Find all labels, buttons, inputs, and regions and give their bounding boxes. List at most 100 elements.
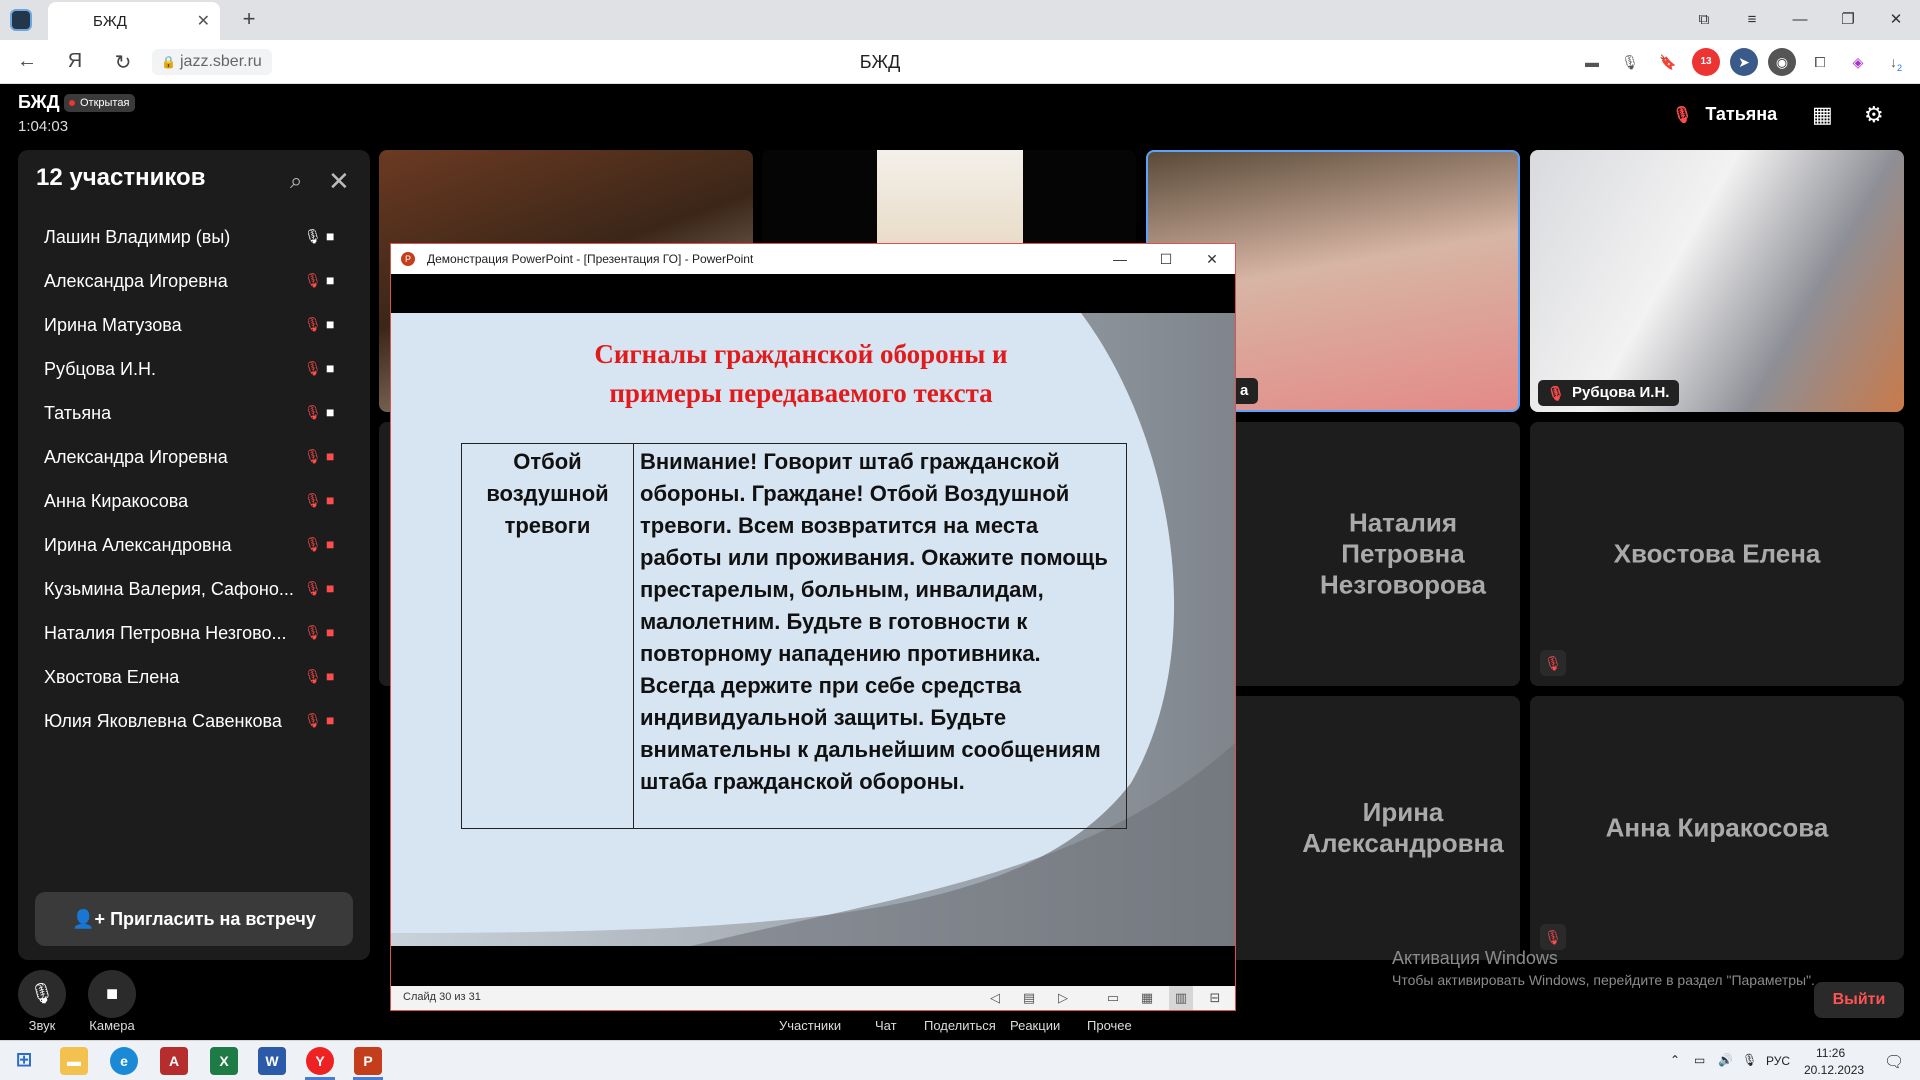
participant-row[interactable]: Ирина Матузова 🎙 ■	[18, 304, 370, 348]
slideshow-icon[interactable]: ⊟	[1203, 986, 1227, 1010]
cursor-extension-icon[interactable]: ➤	[1730, 48, 1758, 76]
video-tile-rubtsova[interactable]: 🎙 Рубцова И.Н.	[1530, 150, 1904, 412]
participant-row[interactable]: Лашин Владимир (вы) 🎙 ■	[18, 216, 370, 260]
file-explorer-icon[interactable]: ▬	[60, 1047, 88, 1075]
more-tab[interactable]: Прочее	[1087, 1018, 1132, 1033]
downloads-icon[interactable]: ↓2	[1882, 48, 1910, 76]
slide-canvas[interactable]: Сигналы гражданской обороны и примеры пе…	[391, 313, 1235, 946]
mic-off-icon[interactable]: 🎙	[304, 668, 322, 685]
normal-view-icon[interactable]: ▭	[1101, 986, 1125, 1010]
powerpoint-taskbar-icon[interactable]: P	[354, 1047, 382, 1075]
minimize-icon[interactable]: —	[1097, 244, 1143, 274]
camera-on-icon[interactable]: ■	[326, 404, 334, 420]
browser-app-icon[interactable]	[10, 9, 32, 31]
participant-row[interactable]: Юлия Яковлевна Савенкова 🎙 ■	[18, 700, 370, 744]
tile-anna[interactable]: Анна Киракосова 🎙	[1530, 696, 1904, 960]
slide-sorter-icon[interactable]: ▦	[1135, 986, 1159, 1010]
mic-off-icon[interactable]: 🎙	[304, 580, 322, 597]
camera-off-icon[interactable]: ■	[326, 580, 334, 596]
restore-icon[interactable]: ❐	[1824, 0, 1872, 40]
camera-off-icon[interactable]: ■	[326, 712, 334, 728]
mic-off-icon[interactable]: 🎙	[304, 492, 322, 509]
excel-icon[interactable]: X	[210, 1047, 238, 1075]
yandex-browser-icon[interactable]: Y	[306, 1047, 334, 1075]
access-icon[interactable]: A	[160, 1047, 188, 1075]
language-indicator[interactable]: РУС	[1766, 1054, 1790, 1068]
camera-button[interactable]: ■	[88, 970, 136, 1018]
camera-on-icon[interactable]: ■	[326, 272, 334, 288]
camera-off-icon[interactable]: ■	[326, 536, 334, 552]
microphone-button[interactable]: 🎙	[18, 970, 66, 1018]
camera-permission-icon[interactable]: ▬	[1578, 48, 1606, 76]
mic-off-icon[interactable]: 🎙	[304, 272, 322, 289]
slide-menu-icon[interactable]: ▤	[1017, 986, 1041, 1010]
network-icon[interactable]: ▭	[1694, 1053, 1705, 1067]
mic-off-icon[interactable]: 🎙	[304, 448, 322, 465]
mic-off-icon[interactable]: 🎙	[304, 536, 322, 553]
edge-icon[interactable]: e	[110, 1047, 138, 1075]
bookmark-icon[interactable]: 🔖	[1654, 48, 1682, 76]
notification-center-icon[interactable]: 🗨	[1884, 1052, 1904, 1072]
powerpoint-titlebar[interactable]: P Демонстрация PowerPoint - [Презентация…	[391, 244, 1235, 274]
start-icon[interactable]: ⊞	[10, 1047, 38, 1075]
invite-button[interactable]: 👤+ Пригласить на встречу	[35, 892, 353, 946]
close-window-icon[interactable]: ✕	[1872, 0, 1920, 40]
slide-table: Отбой воздушной тревоги Внимание! Говори…	[461, 443, 1127, 829]
camera-off-icon[interactable]: ■	[326, 448, 334, 464]
menu-icon[interactable]: ≡	[1728, 0, 1776, 40]
close-icon[interactable]: ✕	[1189, 244, 1235, 274]
mic-permission-icon[interactable]: 🎙	[1616, 48, 1644, 76]
notifications-icon[interactable]: 13	[1692, 48, 1720, 76]
new-tab-icon[interactable]: +	[236, 6, 262, 32]
maximize-icon[interactable]: ☐	[1143, 244, 1189, 274]
participant-row[interactable]: Александра Игоревна 🎙 ■	[18, 260, 370, 304]
participant-row[interactable]: Хвостова Елена 🎙 ■	[18, 656, 370, 700]
camera-off-icon[interactable]: ■	[326, 624, 334, 640]
tray-overflow-icon[interactable]: ⌃	[1670, 1053, 1680, 1067]
camera-off-icon[interactable]: ■	[326, 492, 334, 508]
mic-off-icon[interactable]: 🎙	[304, 404, 322, 421]
mic-on-icon[interactable]: 🎙	[304, 228, 322, 245]
camera-off-icon[interactable]: ■	[326, 668, 334, 684]
clock-date[interactable]: 20.12.2023	[1804, 1063, 1864, 1077]
volume-icon[interactable]: 🔊	[1718, 1053, 1733, 1067]
word-icon[interactable]: W	[258, 1047, 286, 1075]
next-slide-icon[interactable]: ▷	[1051, 986, 1075, 1010]
vpn-extension-icon[interactable]: ◉	[1768, 48, 1796, 76]
mic-off-icon[interactable]: 🎙	[304, 360, 322, 377]
grid-layout-icon[interactable]: ▦	[1812, 102, 1833, 128]
minimize-icon[interactable]: —	[1776, 0, 1824, 40]
search-icon[interactable]: ⌕	[290, 168, 302, 194]
reading-view-icon[interactable]: ▥	[1169, 986, 1193, 1010]
participant-row[interactable]: Татьяна 🎙 ■	[18, 392, 370, 436]
tab-close-icon[interactable]: ✕	[197, 11, 210, 31]
leave-button[interactable]: Выйти	[1814, 982, 1904, 1018]
powerpoint-window[interactable]: P Демонстрация PowerPoint - [Презентация…	[390, 243, 1236, 1011]
mic-off-icon[interactable]: 🎙	[304, 712, 322, 729]
participant-row[interactable]: Анна Киракосова 🎙 ■	[18, 480, 370, 524]
camera-on-icon[interactable]: ■	[326, 316, 334, 332]
participant-row[interactable]: Наталия Петровна Незгово... 🎙 ■	[18, 612, 370, 656]
participant-row[interactable]: Рубцова И.Н. 🎙 ■	[18, 348, 370, 392]
previous-slide-icon[interactable]: ◁	[983, 986, 1007, 1010]
camera-on-icon[interactable]: ■	[326, 360, 334, 376]
clock-time[interactable]: 11:26	[1816, 1046, 1845, 1060]
mic-tray-icon[interactable]: 🎙	[1742, 1053, 1757, 1067]
chat-tab[interactable]: Чат	[875, 1018, 897, 1033]
close-panel-icon[interactable]: ✕	[328, 166, 350, 197]
share-tab[interactable]: Поделиться	[924, 1018, 996, 1033]
participant-row[interactable]: Александра Игоревна 🎙 ■	[18, 436, 370, 480]
mic-off-icon[interactable]: 🎙	[304, 624, 322, 641]
browser-tab[interactable]: БЖД ✕	[48, 2, 220, 40]
profile-icon[interactable]: ◈	[1844, 48, 1872, 76]
mic-off-icon[interactable]: 🎙	[304, 316, 322, 333]
camera-on-icon[interactable]: ■	[326, 228, 334, 244]
extensions-icon[interactable]: ⧠	[1806, 48, 1834, 76]
tile-khvostova[interactable]: Хвостова Елена 🎙	[1530, 422, 1904, 686]
bookmarks-panel-icon[interactable]: ⧉	[1680, 0, 1728, 40]
settings-gear-icon[interactable]: ⚙	[1864, 102, 1884, 128]
participants-tab[interactable]: Участники	[779, 1018, 841, 1033]
participant-row[interactable]: Кузьмина Валерия, Сафоно... 🎙 ■	[18, 568, 370, 612]
participant-row[interactable]: Ирина Александровна 🎙 ■	[18, 524, 370, 568]
reactions-tab[interactable]: Реакции	[1010, 1018, 1060, 1033]
